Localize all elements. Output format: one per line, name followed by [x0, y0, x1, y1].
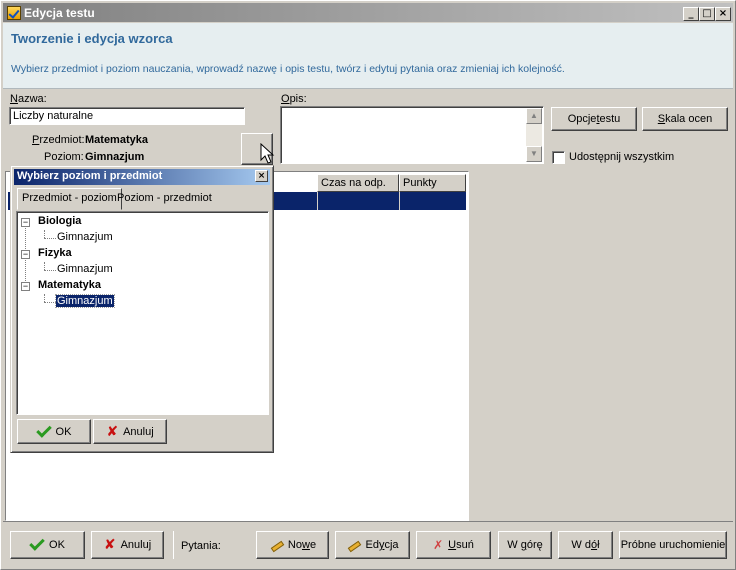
header-subtitle: Wybierz przedmiot i poziom nauczania, wp…	[11, 63, 565, 75]
bottom-separator	[3, 521, 733, 522]
level-label: Poziom:	[44, 151, 84, 163]
collapse-icon[interactable]: −	[21, 250, 30, 259]
dialog-ok-button[interactable]: OK	[17, 419, 91, 444]
close-button[interactable]: ×	[715, 7, 731, 21]
name-input[interactable]: Liczby naturalne	[9, 107, 245, 125]
grade-scale-button[interactable]: Skala ocen	[642, 107, 728, 131]
toolbar-divider	[173, 531, 174, 559]
pencil-icon	[269, 539, 283, 551]
x-icon: ✘	[103, 537, 116, 553]
share-checkbox-label: Udostępnij wszystkim	[569, 151, 675, 163]
subject-label: Przedmiot:	[32, 134, 85, 146]
new-question-button[interactable]: Nowe	[256, 531, 329, 559]
tree-node-physics-gymnasium[interactable]: Gimnazjum	[57, 263, 113, 275]
description-label: Opis:	[281, 93, 307, 105]
edit-test-window: Edycja testu _ □ × Tworzenie i edycja wz…	[0, 0, 736, 570]
dialog-cancel-button[interactable]: ✘ Anuluj	[93, 419, 167, 444]
header-panel: Tworzenie i edycja wzorca Wybierz przedm…	[3, 23, 733, 89]
header-title: Tworzenie i edycja wzorca	[11, 31, 173, 46]
pencil-icon	[346, 539, 360, 551]
tab-subject-level[interactable]: Przedmiot - poziom	[17, 188, 122, 210]
scroll-down-arrow-icon[interactable]: ▼	[526, 146, 542, 162]
subject-tree[interactable]: − Biologia Gimnazjum − Fizyka Gimnazjum …	[16, 211, 269, 415]
maximize-button[interactable]: □	[699, 7, 715, 21]
delete-question-button[interactable]: ✗ Usuń	[416, 531, 491, 559]
questions-label: Pytania:	[181, 540, 221, 552]
collapse-icon[interactable]: −	[21, 218, 30, 227]
column-header-points[interactable]: Punkty	[399, 174, 466, 192]
column-header-time[interactable]: Czas na odp.	[317, 174, 399, 192]
tree-node-mathematics-gymnasium[interactable]: Gimnazjum	[55, 294, 115, 308]
description-scrollbar[interactable]: ▲ ▼	[526, 108, 542, 162]
app-icon	[7, 5, 21, 20]
subject-value: Matematyka	[85, 134, 148, 146]
share-checkbox[interactable]	[552, 151, 565, 164]
scroll-up-arrow-icon[interactable]: ▲	[526, 108, 542, 124]
tree-node-mathematics[interactable]: Matematyka	[38, 279, 101, 291]
move-up-button[interactable]: W górę	[498, 531, 552, 559]
ok-button[interactable]: OK	[10, 531, 85, 559]
minimize-button[interactable]: _	[683, 7, 699, 21]
mouse-cursor-icon	[260, 143, 275, 164]
test-options-button[interactable]: Opcje t estu	[551, 107, 637, 131]
tree-node-physics[interactable]: Fizyka	[38, 247, 72, 259]
level-value: Gimnazjum	[85, 151, 145, 163]
checkmark-icon	[29, 535, 45, 551]
cancel-button[interactable]: ✘ Anuluj	[91, 531, 164, 559]
window-title: Edycja testu	[24, 5, 95, 20]
eraser-icon: ✗	[433, 538, 444, 552]
description-textarea[interactable]: ▲ ▼	[280, 106, 544, 164]
dialog-title-bar[interactable]: Wybierz poziom i przedmiot ×	[14, 169, 270, 185]
checkmark-icon	[35, 421, 52, 438]
move-down-button[interactable]: W dół	[558, 531, 613, 559]
choose-level-subject-dialog: Wybierz poziom i przedmiot × Przedmiot -…	[10, 165, 274, 453]
tree-node-biology[interactable]: Biologia	[38, 215, 81, 227]
collapse-icon[interactable]: −	[21, 282, 30, 291]
title-bar[interactable]: Edycja testu _ □ ×	[3, 3, 733, 22]
name-label: Nazwa:	[10, 93, 47, 105]
trial-run-button[interactable]: Próbne uruchomienie	[619, 531, 727, 559]
dialog-close-button[interactable]: ×	[255, 170, 268, 182]
tree-node-biology-gymnasium[interactable]: Gimnazjum	[57, 231, 113, 243]
tab-level-subject[interactable]: Poziom - przedmiot	[113, 189, 216, 207]
dialog-title: Wybierz poziom i przedmiot	[17, 170, 163, 182]
x-icon: ✘	[106, 423, 119, 440]
edit-question-button[interactable]: Edycja	[335, 531, 410, 559]
